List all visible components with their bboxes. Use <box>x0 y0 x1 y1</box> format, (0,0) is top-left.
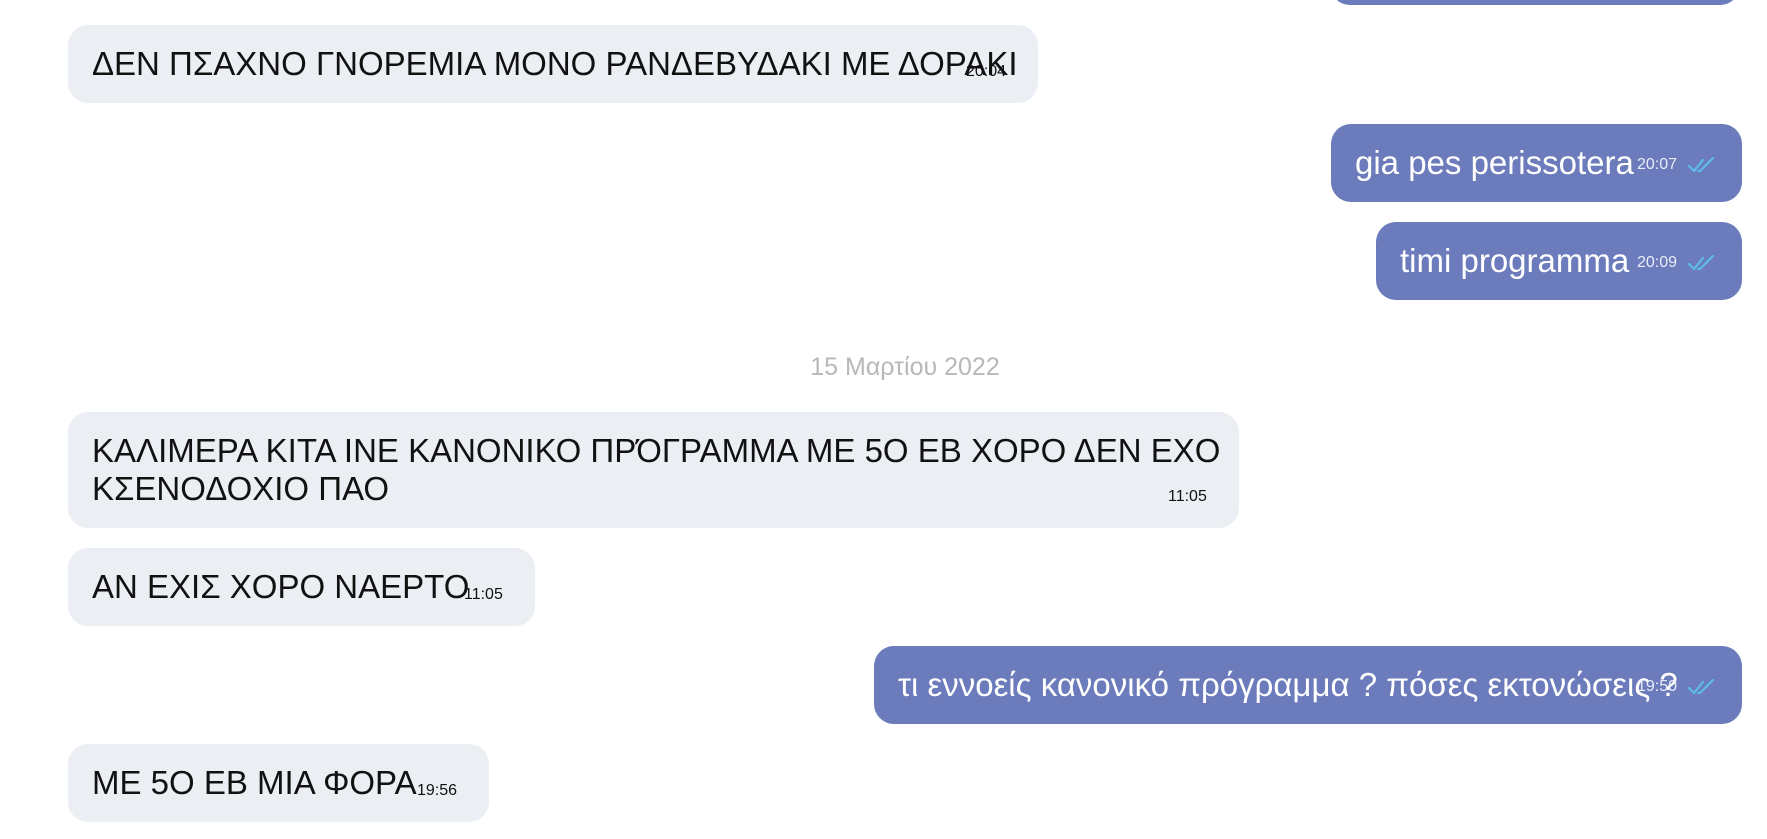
message-bubble-incoming[interactable]: ΑΝ ΕΧΙΣ ΧΟΡΟ ΝΑΕΡΤΟ 11:05 <box>68 548 535 626</box>
message-bubble-incoming[interactable]: ΔΕΝ ΠΣΑΧΝΟ ΓΝΟΡΕΜΙΑ ΜΟΝΟ ΡΑΝΔΕΒΥΔΑΚΙ ΜΕ … <box>68 25 1038 103</box>
message-text: ΜΕ 5Ο ΕΒ ΜΙΑ ΦΟΡΑ <box>92 764 417 801</box>
message-time: 19:56 <box>417 782 458 799</box>
date-separator: 15 Μαρτίου 2022 <box>810 353 1000 381</box>
message-bubble-outgoing-partial <box>1330 0 1740 5</box>
message-time: 20:09 <box>1637 254 1678 271</box>
message-time: 19:50 <box>1637 678 1678 695</box>
message-time: 20:07 <box>1637 156 1678 173</box>
double-check-icon <box>1688 678 1715 695</box>
message-text: ΑΝ ΕΧΙΣ ΧΟΡΟ ΝΑΕΡΤΟ <box>92 568 470 605</box>
message-time: 11:05 <box>464 586 503 603</box>
double-check-icon <box>1688 156 1715 173</box>
message-bubble-incoming[interactable]: ΜΕ 5Ο ΕΒ ΜΙΑ ΦΟΡΑ 19:56 <box>68 744 489 822</box>
message-text: gia pes perissotera <box>1355 144 1634 181</box>
message-bubble-outgoing[interactable]: gia pes perissotera 20:07 <box>1331 124 1742 202</box>
message-text: ΔΕΝ ΠΣΑΧΝΟ ΓΝΟΡΕΜΙΑ ΜΟΝΟ ΡΑΝΔΕΒΥΔΑΚΙ ΜΕ … <box>92 45 1018 82</box>
double-check-icon <box>1688 254 1715 271</box>
message-bubble-outgoing[interactable]: τι εννοείς κανονικό πρόγραμμα ? πόσες εκ… <box>874 646 1742 724</box>
message-text-line: ΚΑΛΙΜΕΡΑ ΚΙΤΑ ΙΝΕ ΚΑΝΟΝΙΚΟ ΠΡΌΓΡΑΜΜΑ ΜΕ … <box>92 432 1221 469</box>
message-text-line: ΚΣΕΝΟΔΟΧΙΟ ΠΑΟ <box>92 470 390 507</box>
message-bubble-incoming[interactable]: ΚΑΛΙΜΕΡΑ ΚΙΤΑ ΙΝΕ ΚΑΝΟΝΙΚΟ ΠΡΌΓΡΑΜΜΑ ΜΕ … <box>68 412 1239 528</box>
chat-message-list[interactable]: ΔΕΝ ΠΣΑΧΝΟ ΓΝΟΡΕΜΙΑ ΜΟΝΟ ΡΑΝΔΕΒΥΔΑΚΙ ΜΕ … <box>0 0 1767 839</box>
message-text: τι εννοείς κανονικό πρόγραμμα ? πόσες εκ… <box>898 666 1678 703</box>
message-bubble-outgoing[interactable]: timi programma 20:09 <box>1376 222 1742 300</box>
message-time: 11:05 <box>1168 488 1207 505</box>
message-text: timi programma <box>1400 242 1630 279</box>
message-time: 20:04 <box>966 63 1007 80</box>
